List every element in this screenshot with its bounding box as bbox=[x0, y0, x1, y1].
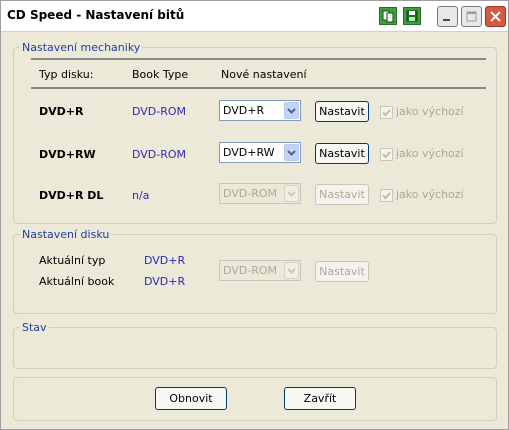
close-button[interactable] bbox=[485, 6, 506, 27]
title-bar[interactable]: CD Speed - Nastavení bitů bbox=[1, 1, 508, 32]
book-type-select[interactable]: DVD-ROM bbox=[219, 183, 301, 204]
header-top-separator bbox=[31, 58, 486, 60]
header-new-setting: Nové nastavení bbox=[221, 68, 307, 81]
header-bottom-separator bbox=[31, 87, 486, 89]
refresh-button[interactable]: Obnovit bbox=[155, 387, 227, 410]
select-value: DVD+R bbox=[223, 104, 265, 117]
default-checkbox bbox=[380, 189, 393, 202]
chevron-down-icon[interactable] bbox=[284, 144, 299, 161]
header-disc-type: Typ disku: bbox=[39, 68, 94, 81]
book-type-value: n/a bbox=[132, 189, 150, 202]
checkmark-icon bbox=[382, 109, 391, 117]
dialog-window: CD Speed - Nastavení bitů Nastavení mech… bbox=[0, 0, 509, 430]
book-type-value: DVD-ROM bbox=[132, 148, 187, 161]
copy-icon[interactable] bbox=[379, 7, 397, 25]
chevron-down-icon[interactable] bbox=[284, 262, 299, 279]
default-checkbox bbox=[380, 148, 393, 161]
checkmark-icon bbox=[382, 192, 391, 200]
chevron-down-icon[interactable] bbox=[284, 185, 299, 202]
current-type-value: DVD+R bbox=[144, 254, 186, 267]
close-icon bbox=[490, 11, 501, 22]
minimize-icon bbox=[443, 19, 450, 21]
minimize-button[interactable] bbox=[437, 6, 458, 27]
footer-panel bbox=[13, 377, 497, 421]
status-group: Stav bbox=[13, 321, 497, 369]
disc-type-label: DVD+R bbox=[39, 105, 84, 118]
window-title: CD Speed - Nastavení bitů bbox=[7, 8, 185, 22]
close-dialog-button[interactable]: Zavřít bbox=[284, 387, 356, 410]
default-checkbox-label: jako výchozí bbox=[396, 105, 464, 118]
chevron-down-icon[interactable] bbox=[284, 102, 299, 119]
disc-settings-title: Nastavení disku bbox=[20, 228, 112, 241]
save-icon[interactable] bbox=[403, 7, 421, 25]
header-book-type: Book Type bbox=[132, 68, 189, 81]
status-title: Stav bbox=[20, 321, 49, 334]
disc-book-select[interactable]: DVD-ROM bbox=[219, 260, 301, 281]
current-book-label: Aktuální book bbox=[39, 275, 115, 288]
select-value: DVD+RW bbox=[223, 146, 275, 159]
disc-set-button[interactable]: Nastavit bbox=[315, 261, 369, 282]
disc-type-label: DVD+R DL bbox=[39, 189, 104, 202]
current-type-label: Aktuální typ bbox=[39, 254, 106, 267]
maximize-icon bbox=[466, 11, 477, 22]
drive-settings-title: Nastavení mechaniky bbox=[20, 41, 143, 54]
default-checkbox-label: jako výchozí bbox=[396, 147, 464, 160]
checkmark-icon bbox=[382, 151, 391, 159]
book-type-value: DVD-ROM bbox=[132, 105, 187, 118]
set-button[interactable]: Nastavit bbox=[315, 184, 369, 205]
default-checkbox bbox=[380, 106, 393, 119]
default-checkbox-label: jako výchozí bbox=[396, 188, 464, 201]
book-type-select[interactable]: DVD+RW bbox=[219, 142, 301, 163]
set-button[interactable]: Nastavit bbox=[315, 143, 369, 164]
maximize-button[interactable] bbox=[461, 6, 482, 27]
current-book-value: DVD+R bbox=[144, 275, 186, 288]
select-value: DVD-ROM bbox=[223, 264, 278, 277]
disc-type-label: DVD+RW bbox=[39, 148, 96, 161]
set-button[interactable]: Nastavit bbox=[315, 101, 369, 122]
select-value: DVD-ROM bbox=[223, 187, 278, 200]
book-type-select[interactable]: DVD+R bbox=[219, 100, 301, 121]
